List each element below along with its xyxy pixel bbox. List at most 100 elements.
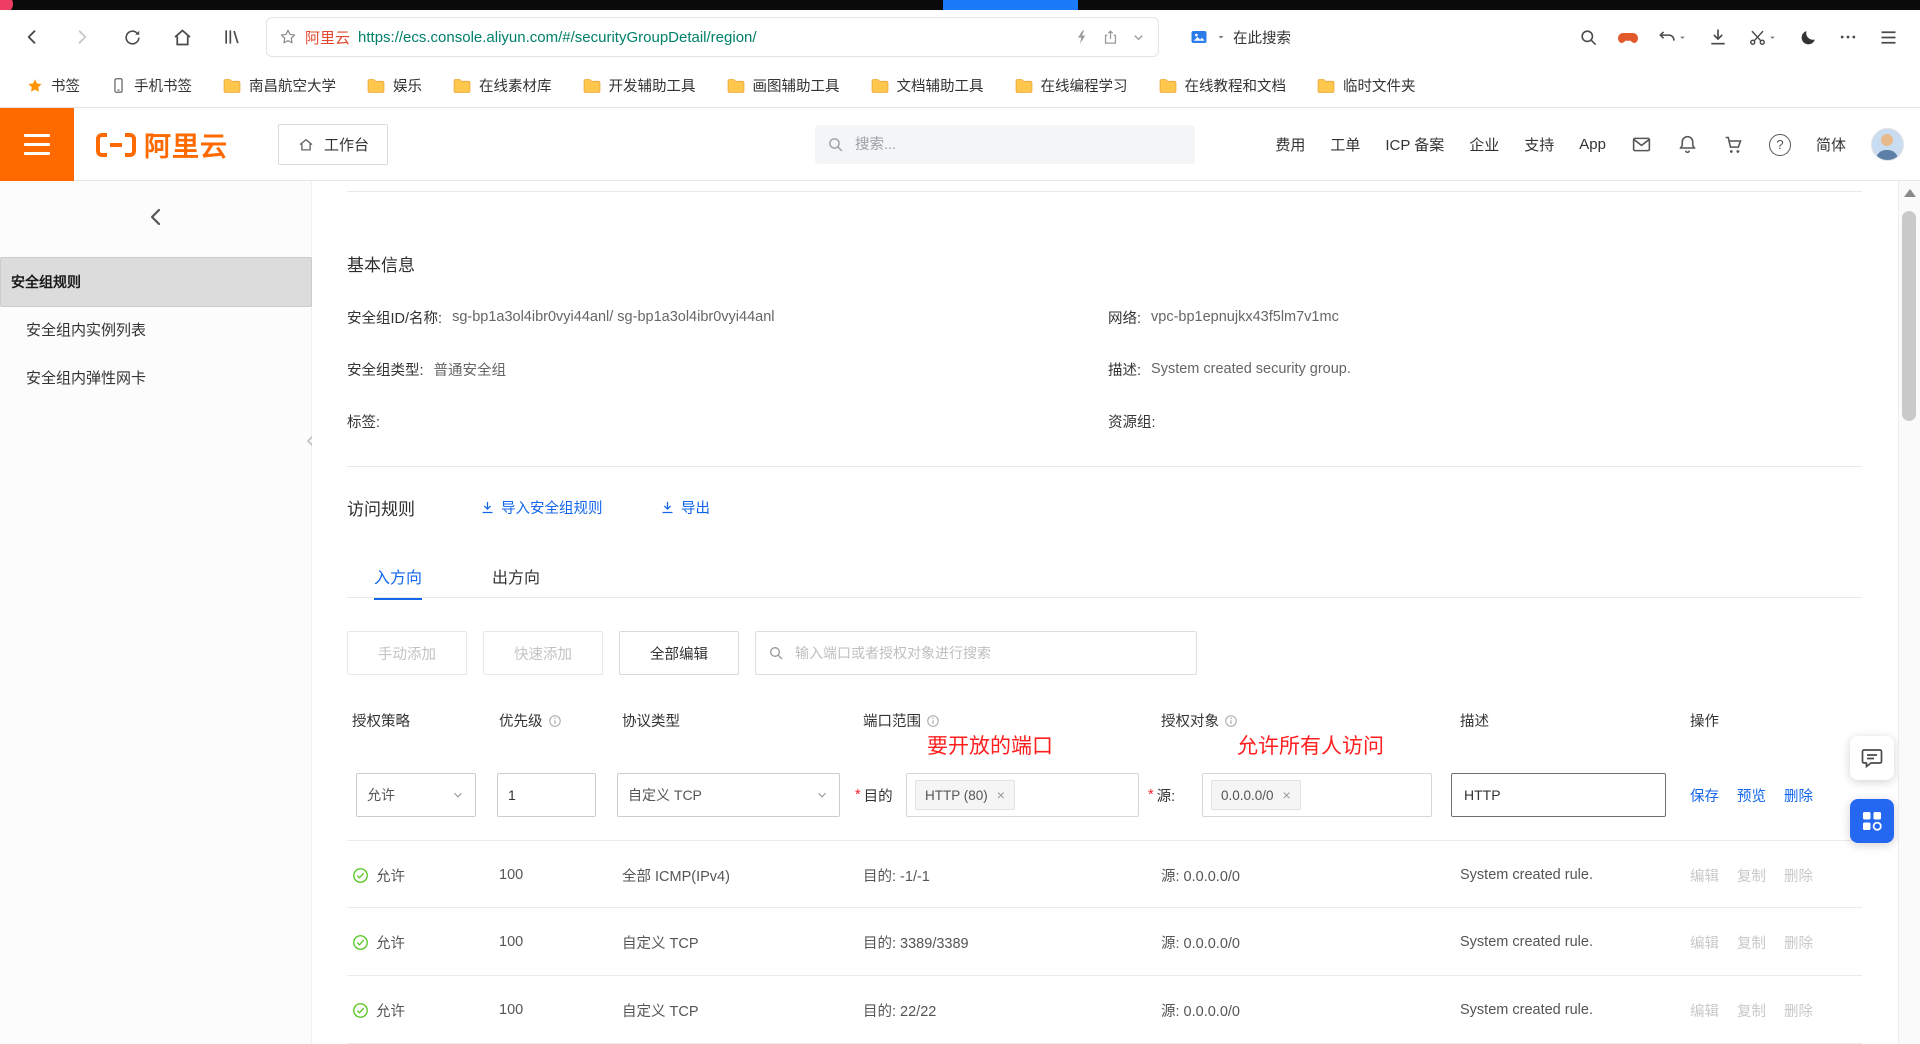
console-search[interactable]	[815, 125, 1195, 164]
window-top-strip	[0, 0, 1920, 13]
remove-tag-icon[interactable]: ×	[997, 788, 1005, 802]
back-icon[interactable]	[14, 19, 50, 55]
forward-icon[interactable]	[64, 19, 100, 55]
bookmark-folder[interactable]: 在线教程和文档	[1158, 75, 1287, 96]
bookmark-folder[interactable]: 临时文件夹	[1316, 75, 1416, 96]
delete-link[interactable]: 删除	[1784, 865, 1813, 886]
night-mode-icon[interactable]	[1790, 19, 1826, 55]
policy-select[interactable]: 允许	[356, 773, 476, 817]
import-rules-link[interactable]: 导入安全组规则	[480, 497, 603, 518]
description-input[interactable]	[1452, 774, 1665, 816]
sidebar-back-button[interactable]	[0, 195, 312, 239]
rules-search[interactable]	[755, 631, 1197, 675]
delete-link[interactable]: 删除	[1784, 1000, 1813, 1021]
quick-add-button[interactable]: 快速添加	[483, 631, 603, 675]
bookmark-folder[interactable]: 娱乐	[366, 75, 422, 96]
console-menu-icon[interactable]	[0, 108, 74, 181]
game-center-icon[interactable]	[1610, 19, 1646, 55]
bookmark-label: 在线教程和文档	[1184, 79, 1287, 95]
content-top-divider	[347, 191, 1862, 192]
mail-icon[interactable]	[1631, 134, 1652, 155]
bookmark-star-icon[interactable]	[279, 28, 297, 46]
rule-policy-cell: 允许	[352, 908, 405, 976]
bookmark-folder[interactable]: 南昌航空大学	[222, 75, 336, 96]
search-here-widget[interactable]: 在此搜索	[1189, 27, 1291, 48]
bookmark-folder[interactable]: 开发辅助工具	[582, 75, 696, 96]
edit-link[interactable]: 编辑	[1690, 1000, 1719, 1021]
clone-link[interactable]: 复制	[1737, 1000, 1766, 1021]
site-label: 阿里云	[305, 29, 351, 47]
info-icon[interactable]	[548, 714, 562, 728]
browser-menu-icon[interactable]	[1870, 19, 1906, 55]
mini-app-button[interactable]	[1850, 799, 1894, 843]
edit-link[interactable]: 编辑	[1690, 932, 1719, 953]
access-rules-title: 访问规则	[347, 500, 415, 519]
folder-icon	[1014, 76, 1034, 96]
language-selector[interactable]: 简体	[1816, 134, 1846, 155]
info-icon[interactable]	[1224, 714, 1238, 728]
menu-item-icp[interactable]: ICP 备案	[1385, 134, 1444, 155]
menu-item-app[interactable]: App	[1579, 136, 1606, 153]
urlbar-dropdown-icon[interactable]	[1131, 30, 1146, 45]
bookmark-folder[interactable]: 在线素材库	[452, 75, 552, 96]
sidebar-item-enis-in-group[interactable]: 安全组内弹性网卡	[0, 355, 312, 403]
reload-icon[interactable]	[114, 19, 150, 55]
priority-input[interactable]	[498, 774, 595, 816]
rules-search-input[interactable]	[793, 644, 1184, 662]
bookmark-item[interactable]: 书签	[26, 75, 80, 96]
bookmark-folder[interactable]: 在线编程学习	[1014, 75, 1128, 96]
page-scrollbar[interactable]	[1898, 181, 1920, 1044]
cart-icon[interactable]	[1723, 134, 1744, 155]
preview-link[interactable]: 预览	[1737, 785, 1766, 806]
sidebar-item-security-group-rules[interactable]: 安全组规则	[0, 257, 312, 307]
info-icon[interactable]	[926, 714, 940, 728]
rules-toolbar: 手动添加 快速添加 全部编辑	[347, 630, 1197, 676]
more-icon[interactable]	[1830, 19, 1866, 55]
menu-item-enterprise[interactable]: 企业	[1469, 134, 1499, 155]
folder-icon	[1158, 76, 1178, 96]
tab-outbound[interactable]: 出方向	[492, 553, 540, 598]
delete-link[interactable]: 删除	[1784, 932, 1813, 953]
source-taginput[interactable]: 0.0.0.0/0 ×	[1202, 773, 1432, 817]
source-tag: 0.0.0.0/0 ×	[1211, 780, 1301, 810]
menu-item-tickets[interactable]: 工单	[1330, 134, 1360, 155]
workbench-button[interactable]: 工作台	[278, 124, 389, 165]
scrollbar-thumb[interactable]	[1902, 211, 1916, 421]
protocol-select[interactable]: 自定义 TCP	[617, 773, 840, 817]
clone-link[interactable]: 复制	[1737, 932, 1766, 953]
edit-link[interactable]: 编辑	[1690, 865, 1719, 886]
clone-link[interactable]: 复制	[1737, 865, 1766, 886]
scroll-up-arrow-icon[interactable]	[1904, 189, 1916, 197]
url-bar[interactable]: 阿里云 https://ecs.console.aliyun.com/#/sec…	[266, 17, 1159, 57]
manual-add-button[interactable]: 手动添加	[347, 631, 467, 675]
console-search-input[interactable]	[853, 135, 1183, 154]
bookmark-item[interactable]: 手机书签	[110, 75, 192, 96]
tab-inbound[interactable]: 入方向	[374, 553, 423, 600]
save-link[interactable]: 保存	[1690, 785, 1719, 806]
flash-blocked-icon[interactable]	[1074, 29, 1090, 45]
bookmark-folder[interactable]: 画图辅助工具	[726, 75, 840, 96]
bell-icon[interactable]	[1677, 134, 1698, 155]
export-link[interactable]: 导出	[660, 497, 710, 518]
remove-tag-icon[interactable]: ×	[1283, 788, 1291, 802]
edit-all-button[interactable]: 全部编辑	[619, 631, 739, 675]
help-icon[interactable]: ?	[1768, 133, 1791, 156]
delete-link[interactable]: 删除	[1784, 785, 1813, 806]
library-icon[interactable]	[214, 19, 250, 55]
aliyun-logo[interactable]: 阿里云	[96, 108, 228, 181]
menu-item-billing[interactable]: 费用	[1275, 134, 1305, 155]
screenshot-icon[interactable]	[1740, 19, 1786, 55]
search-here-caret-icon[interactable]	[1215, 31, 1227, 43]
port-range-taginput[interactable]: HTTP (80) ×	[906, 773, 1139, 817]
feedback-chat-button[interactable]	[1850, 736, 1894, 780]
menu-item-support[interactable]: 支持	[1524, 134, 1554, 155]
download-icon[interactable]	[1700, 19, 1736, 55]
avatar[interactable]	[1871, 128, 1904, 161]
undo-icon[interactable]	[1650, 19, 1696, 55]
share-icon[interactable]	[1102, 29, 1119, 46]
home-icon[interactable]	[164, 19, 200, 55]
find-in-page-icon[interactable]	[1570, 19, 1606, 55]
url-text[interactable]: https://ecs.console.aliyun.com/#/securit…	[358, 29, 1062, 46]
bookmark-folder[interactable]: 文档辅助工具	[870, 75, 984, 96]
sidebar-item-instances-in-group[interactable]: 安全组内实例列表	[0, 307, 312, 355]
